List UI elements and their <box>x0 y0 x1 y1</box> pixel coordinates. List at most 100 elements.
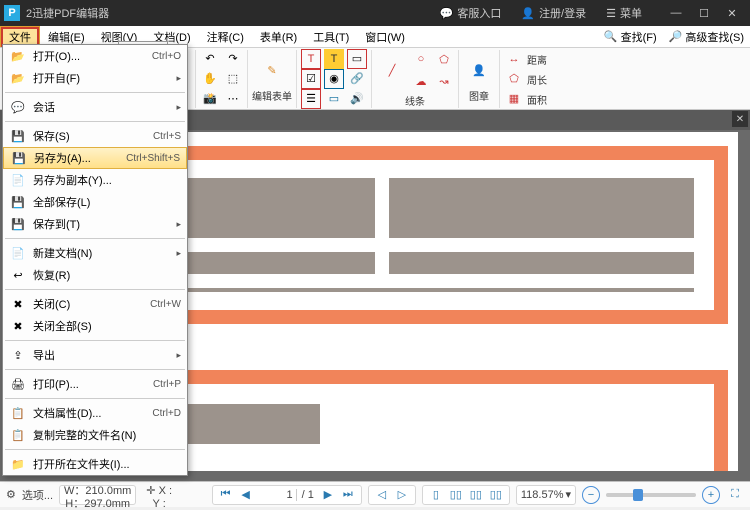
first-page-button[interactable]: ⏮ <box>217 486 235 504</box>
menu-save-label: 保存(S) <box>33 128 153 144</box>
edit-form-button[interactable]: ✎ <box>256 54 288 86</box>
menu-saveas[interactable]: 💾另存为(A)...Ctrl+Shift+S <box>3 147 187 169</box>
menu-copyname[interactable]: 📋复制完整的文件名(N) <box>3 424 187 446</box>
checkbox-icon[interactable]: ☑ <box>301 69 321 89</box>
menu-openfrom[interactable]: 📂打开自(F)▸ <box>3 67 187 89</box>
advanced-find-button[interactable]: 🔎高级查找(S) <box>663 26 750 47</box>
menu-session[interactable]: 💬会话▸ <box>3 96 187 118</box>
minimize-button[interactable]: — <box>662 0 690 26</box>
newdoc-icon: 📄 <box>9 245 27 261</box>
shape-arrow-icon[interactable]: ↝ <box>434 71 454 91</box>
page-size-box: W：210.0mm H：297.0mm <box>59 485 136 505</box>
snapshot-icon[interactable]: 📸 <box>200 89 220 109</box>
prev-page-button[interactable]: ◀ <box>237 486 255 504</box>
menu-window[interactable]: 窗口(W) <box>357 26 413 47</box>
shape-pentagon-icon[interactable]: ⬠ <box>434 49 454 69</box>
sound-icon[interactable]: 🔊 <box>347 89 367 109</box>
forward-button[interactable]: ▷ <box>393 486 411 504</box>
fullscreen-button[interactable]: ⛶ <box>726 486 744 504</box>
more-icon[interactable]: ⋯ <box>223 89 243 109</box>
list-icon[interactable]: ☰ <box>301 89 321 109</box>
menu-saveto[interactable]: 💾保存到(T)▸ <box>3 213 187 235</box>
stamp-button[interactable]: 👤 <box>463 54 495 86</box>
menu-comment[interactable]: 注释(C) <box>199 26 252 47</box>
menu-openfrom-label: 打开自(F) <box>33 70 172 86</box>
shape-cloud-icon[interactable]: ☁ <box>411 71 431 91</box>
props-icon: 📋 <box>9 405 27 421</box>
rotleft-icon[interactable]: ↶ <box>200 49 220 69</box>
layout-single-icon[interactable]: ▯ <box>427 486 445 504</box>
menu-restore[interactable]: ↩恢复(R) <box>3 264 187 286</box>
app-title: 2迅捷PDF编辑器 <box>26 5 430 21</box>
menu-saveas-label: 另存为(A)... <box>34 150 126 166</box>
layout-facing-icon[interactable]: ▯▯ <box>467 486 485 504</box>
last-page-button[interactable]: ⏭ <box>339 486 357 504</box>
zoom-in-button[interactable]: + <box>702 486 720 504</box>
shape-circle-icon[interactable]: ○ <box>411 49 431 69</box>
mask-icon[interactable]: ▭ <box>347 49 367 69</box>
content-block <box>389 252 694 274</box>
radio-icon[interactable]: ◉ <box>324 69 344 89</box>
customer-service-button[interactable]: 💬 客服入口 <box>430 0 512 26</box>
page-total: / 1 <box>299 489 317 501</box>
line-button[interactable]: ╱ <box>376 54 408 86</box>
menu-print[interactable]: 🖨打印(P)...Ctrl+P <box>3 373 187 395</box>
saveas-icon: 💾 <box>10 150 28 166</box>
button-icon[interactable]: ▭ <box>324 89 344 109</box>
cursor-y: Y : <box>153 499 166 510</box>
close-window-button[interactable]: ✕ <box>718 0 746 26</box>
chevron-right-icon: ▸ <box>176 102 181 113</box>
slider-knob[interactable] <box>633 489 643 501</box>
textbox-icon[interactable]: T <box>324 49 344 69</box>
menu-open[interactable]: 📂打开(O)...Ctrl+O <box>3 45 187 67</box>
separator <box>5 92 185 93</box>
main-menu-button[interactable]: ☰ 菜单 <box>596 0 652 26</box>
openfrom-icon: 📂 <box>9 70 27 86</box>
copy-icon: 📋 <box>9 427 27 443</box>
menu-newdoc[interactable]: 📄新建文档(N)▸ <box>3 242 187 264</box>
zoom-display[interactable]: 118.57% ▾ <box>516 485 576 505</box>
menu-openfolder[interactable]: 📁打开所在文件夹(I)... <box>3 453 187 475</box>
menu-tools[interactable]: 工具(T) <box>305 26 357 47</box>
menu-close-shortcut: Ctrl+W <box>150 299 181 310</box>
menu-save[interactable]: 💾保存(S)Ctrl+S <box>3 125 187 147</box>
link-icon[interactable]: 🔗 <box>347 69 367 89</box>
next-page-button[interactable]: ▶ <box>319 486 337 504</box>
find-label: 查找(F) <box>621 29 657 45</box>
menu-form[interactable]: 表单(R) <box>252 26 305 47</box>
menu-savecopy[interactable]: 📄另存为副本(Y)... <box>3 169 187 191</box>
menu-open-shortcut: Ctrl+O <box>152 51 181 62</box>
menu-docprops[interactable]: 📋文档属性(D)...Ctrl+D <box>3 402 187 424</box>
maximize-button[interactable]: ☐ <box>690 0 718 26</box>
textfield-icon[interactable]: T <box>301 49 321 69</box>
menu-export[interactable]: ⇪导出▸ <box>3 344 187 366</box>
options-icon[interactable]: ⚙ <box>6 488 16 501</box>
titlebar: P 2迅捷PDF编辑器 💬 客服入口 👤 注册/登录 ☰ 菜单 — ☐ ✕ <box>0 0 750 26</box>
tab-close-button[interactable]: ✕ <box>732 111 748 127</box>
area-icon[interactable]: ▦ <box>504 89 524 109</box>
select-icon[interactable]: ⬚ <box>223 69 243 89</box>
layout-cover-icon[interactable]: ▯▯ <box>487 486 505 504</box>
zoom-value-status: 118.57% <box>521 489 564 501</box>
find-button[interactable]: 🔍查找(F) <box>598 26 663 47</box>
zoom-out-button[interactable]: − <box>582 486 600 504</box>
layout-cont-icon[interactable]: ▯▯ <box>447 486 465 504</box>
cursor-x: X : <box>159 485 172 497</box>
menu-saveall[interactable]: 💾全部保存(L) <box>3 191 187 213</box>
hand-icon[interactable]: ✋ <box>200 69 220 89</box>
menu-closeall[interactable]: ✖关闭全部(S) <box>3 315 187 337</box>
options-label[interactable]: 选项... <box>22 487 53 503</box>
login-button[interactable]: 👤 注册/登录 <box>511 0 596 26</box>
separator <box>5 121 185 122</box>
rotright-icon[interactable]: ↷ <box>223 49 243 69</box>
menu-close[interactable]: ✖关闭(C)Ctrl+W <box>3 293 187 315</box>
distance-icon[interactable]: ↔ <box>504 49 524 69</box>
page-current[interactable]: 1 <box>257 489 297 501</box>
hamburger-icon: ☰ <box>606 7 616 20</box>
perimeter-icon[interactable]: ⬠ <box>504 69 524 89</box>
back-button[interactable]: ◁ <box>373 486 391 504</box>
saveto-icon: 💾 <box>9 216 27 232</box>
zoom-slider[interactable] <box>606 493 696 497</box>
menu-form-label: 表单(R) <box>260 29 297 45</box>
menu-savecopy-label: 另存为副本(Y)... <box>33 172 181 188</box>
